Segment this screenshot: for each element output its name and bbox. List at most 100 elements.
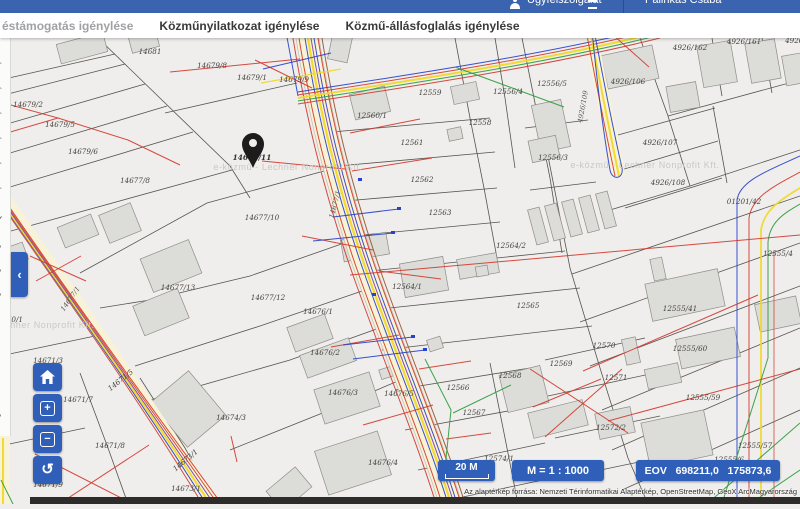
parcel-label: 4926/162: [672, 43, 708, 52]
building: [644, 363, 681, 390]
parcel-label: 12571: [605, 373, 628, 382]
parcel-label: 14676/1: [303, 307, 333, 316]
scale-bar-label: 20 M: [455, 463, 477, 473]
previous-extent-button[interactable]: ↺: [33, 456, 62, 484]
utility-marker: [358, 178, 362, 181]
parcel-label: 4926/107: [642, 138, 678, 147]
utility-line: [53, 445, 149, 504]
legend-item-icon: ●: [0, 434, 1, 436]
parcel-label: 4926/161: [726, 38, 761, 46]
parcel-label: 14671/7: [63, 395, 93, 404]
plus-icon: +: [40, 401, 55, 416]
map-svg: e-közmű - Lechner Nonprofit Kft. e-közmű …: [0, 38, 800, 504]
legend-item-icon: ●: [0, 290, 1, 299]
tab-tervezestamogatas[interactable]: éstámogatás igénylése: [2, 19, 133, 33]
parcel-label: 12555/4: [763, 249, 793, 258]
legend-item-icon: ⌢: [0, 183, 2, 192]
parcel-label: 14671/8: [95, 441, 125, 450]
utility-line: [350, 119, 420, 133]
building: [447, 127, 463, 142]
watermark-text: e-közmű - Lechner Nonprofit Kft.: [570, 160, 719, 170]
building: [133, 288, 189, 336]
parcel-label: 14676/3: [328, 388, 358, 397]
parcel-label: 12558: [469, 118, 492, 127]
utility-line: [170, 59, 300, 72]
parcel-label: 12566: [447, 383, 470, 392]
parcel-label: 14677/13: [161, 283, 196, 292]
user-menu[interactable]: Pálinkás Csaba: [645, 0, 721, 6]
building: [562, 199, 583, 237]
legend-item-icon: ●: [0, 411, 1, 420]
utility-line: [350, 235, 800, 275]
parcel-label: 14677/10: [245, 213, 280, 222]
parcel-label: 14679/9: [279, 75, 309, 84]
parcel-boundary: [100, 241, 350, 308]
parcel-label: 14676/5: [384, 389, 414, 398]
building: [450, 81, 479, 104]
parcel-label: 14679/8: [197, 61, 227, 70]
map-attribution: Az alaptérkép forrása: Nemzeti Térinform…: [464, 487, 797, 496]
building: [528, 207, 549, 245]
panel-collapse-button[interactable]: ‹: [11, 252, 28, 297]
utility-marker: [423, 348, 427, 351]
parcel-label: 14673/1: [171, 484, 201, 493]
parcel-boundary: [80, 373, 128, 504]
parcel-label: 12567: [463, 408, 486, 417]
parcel-boundary: [165, 83, 297, 113]
parcel-boundary: [0, 64, 125, 96]
parcel-boundary: [455, 38, 497, 258]
parcel-boundary: [370, 288, 580, 310]
utility-marker: [391, 231, 395, 234]
bottom-edge-bar: [30, 497, 800, 504]
topbar-divider: [623, 0, 624, 13]
parcel-label: 14679/1: [237, 73, 267, 82]
building: [328, 38, 353, 63]
parcel-boundary: [0, 336, 95, 356]
parcel-label: 12555/59: [686, 393, 721, 402]
tab-kozmunyilatkozat[interactable]: Közműnyilatkozat igénylése: [159, 19, 319, 33]
map-ratio-badge: M = 1 : 1000: [512, 460, 604, 481]
building: [579, 195, 600, 233]
parcel-boundary: [0, 54, 115, 80]
watermark-text: e-közmű - Lechner Nonprofit Kft.: [213, 162, 362, 172]
chevron-left-icon: ‹: [17, 267, 21, 282]
map-ratio-label: M = 1 : 1000: [527, 465, 589, 477]
parcel-label: 01201/42: [727, 197, 762, 206]
parcel-label: 14677/8: [120, 176, 150, 185]
menu-icon[interactable]: [588, 0, 597, 9]
utility-marker: [372, 293, 376, 296]
zoom-out-button[interactable]: −: [33, 425, 62, 453]
parcel-label: 14674/3: [216, 413, 246, 422]
legend-item-icon: ⌢: [0, 133, 2, 142]
parcel-boundary: [530, 182, 596, 190]
utility-line: [446, 433, 491, 439]
main-tab-bar: éstámogatás igénylése Közműnyilatkozat i…: [0, 13, 800, 38]
parcel-label: 12559: [419, 88, 442, 97]
location-pin-hole: [249, 139, 257, 147]
parcel-label: 4926/109: [576, 89, 590, 124]
parcel-label: 12563: [429, 208, 452, 217]
building: [426, 336, 443, 352]
layer-legend-strip[interactable]: ⌢⌢⌢⌢⌢⌢✓●●●****●●: [0, 38, 11, 436]
legend-item-icon: ⌢: [0, 58, 2, 67]
building: [545, 203, 566, 241]
parcel-label: 12570: [593, 341, 616, 350]
parcel-label: 4926/108: [650, 178, 686, 187]
building: [596, 191, 617, 229]
parcel-label: 4926/106: [610, 77, 646, 86]
legend-item-icon: ⌢: [0, 158, 2, 167]
utility-marker: [397, 207, 401, 210]
support-person-icon: [510, 0, 520, 10]
building: [56, 38, 108, 64]
undo-icon: ↺: [41, 462, 54, 477]
top-app-bar: Ügyfélszolgálat Pálinkás Csaba: [0, 0, 800, 13]
parcel-label: 12555/60: [673, 344, 708, 353]
parcel-boundary: [713, 106, 727, 183]
eov-coordinates-label: EOV 698211,0 175873,6: [645, 465, 772, 477]
utility-line: [352, 158, 432, 171]
tab-kozmu-allasfoglalas[interactable]: Közmű-állásfoglalás igénylése: [345, 19, 519, 33]
home-button[interactable]: [33, 363, 62, 391]
zoom-in-button[interactable]: +: [33, 394, 62, 422]
parcel-label: 12556/5: [537, 79, 567, 88]
map-canvas[interactable]: e-közmű - Lechner Nonprofit Kft. e-közmű …: [0, 38, 800, 504]
